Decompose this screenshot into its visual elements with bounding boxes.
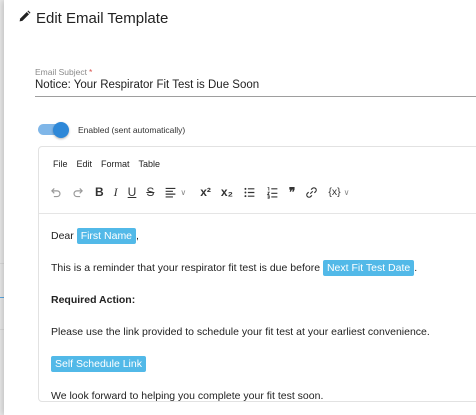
reminder-line: This is a reminder that your respirator … [51, 257, 476, 279]
subscript-button[interactable]: x₂ [221, 183, 233, 201]
required-action-heading: Required Action: [51, 294, 136, 306]
numbered-list-button[interactable] [266, 183, 279, 201]
italic-icon: I [113, 184, 118, 199]
variable-icon: {x} [328, 186, 341, 198]
edit-email-template-modal: Edit Email Template Email Subject * Notic… [4, 0, 476, 415]
reminder-punctuation: . [414, 262, 418, 274]
underline-button[interactable]: U [128, 183, 137, 201]
undo-icon[interactable] [49, 183, 62, 201]
link-icon [306, 186, 318, 198]
editor-toolbar: B I U S ∨ x² x₂ ❞ {x} ∨ [49, 183, 360, 201]
chevron-down-icon: ∨ [180, 187, 187, 197]
blockquote-icon: ❞ [288, 185, 296, 199]
toggle-knob[interactable] [53, 121, 69, 138]
menu-table[interactable]: Table [139, 159, 161, 169]
toggle-track[interactable] [38, 121, 69, 138]
bold-icon: B [95, 185, 104, 199]
variable-button[interactable]: {x} ∨ [328, 183, 349, 201]
menu-edit[interactable]: Edit [77, 159, 93, 169]
enabled-toggle-label: Enabled (sent automatically) [78, 124, 186, 135]
superscript-button[interactable]: x² [200, 183, 211, 201]
email-subject-underline [35, 96, 476, 97]
required-mark: * [88, 67, 93, 77]
menu-format[interactable]: Format [101, 159, 130, 169]
italic-button[interactable]: I [114, 183, 118, 201]
pencil-icon [18, 10, 31, 27]
email-subject-label: Email Subject * [35, 67, 93, 77]
strikethrough-button[interactable]: S [146, 183, 154, 201]
first-name-merge-tag[interactable]: First Name [76, 228, 137, 244]
closing-line: We look forward to helping you complete … [51, 390, 324, 402]
editor-content[interactable]: Dear First Name, This is a reminder that… [51, 225, 476, 407]
bullet-list-button[interactable] [243, 183, 256, 201]
reminder-text: This is a reminder that your respirator … [51, 262, 321, 274]
rich-text-editor: File Edit Format Table B I U S ∨ x² x₂ ❞… [38, 146, 476, 402]
link-button[interactable] [305, 183, 318, 201]
blockquote-button[interactable]: ❞ [289, 183, 295, 201]
menu-file[interactable]: File [53, 159, 68, 169]
align-icon [165, 187, 176, 198]
toolbar-divider [39, 213, 476, 214]
numbered-list-icon [266, 186, 278, 199]
redo-icon[interactable] [72, 183, 85, 201]
link-line: Self Schedule Link [51, 353, 476, 375]
enabled-toggle[interactable]: Enabled (sent automatically) [38, 121, 186, 138]
next-fit-test-date-merge-tag[interactable]: Next Fit Test Date [322, 260, 415, 276]
instructions-line: Please use the link provided to schedule… [51, 326, 430, 338]
superscript-icon: x² [200, 185, 211, 199]
email-subject-input[interactable]: Notice: Your Respirator Fit Test is Due … [35, 79, 259, 91]
underline-icon: U [127, 185, 137, 199]
greeting-text: Dear [51, 230, 74, 242]
subscript-icon: x₂ [220, 185, 233, 199]
greeting-line: Dear First Name, [51, 225, 476, 247]
bold-button[interactable]: B [95, 183, 104, 201]
self-schedule-link-merge-tag[interactable]: Self Schedule Link [51, 356, 146, 372]
align-button[interactable]: ∨ [164, 183, 186, 201]
modal-title-text: Edit Email Template [36, 10, 169, 27]
greeting-punctuation: , [136, 230, 139, 242]
strikethrough-icon: S [146, 185, 155, 199]
bullet-list-icon [244, 187, 255, 197]
editor-menubar: File Edit Format Table [53, 159, 160, 169]
chevron-down-icon: ∨ [343, 187, 350, 197]
modal-title: Edit Email Template [18, 10, 168, 27]
